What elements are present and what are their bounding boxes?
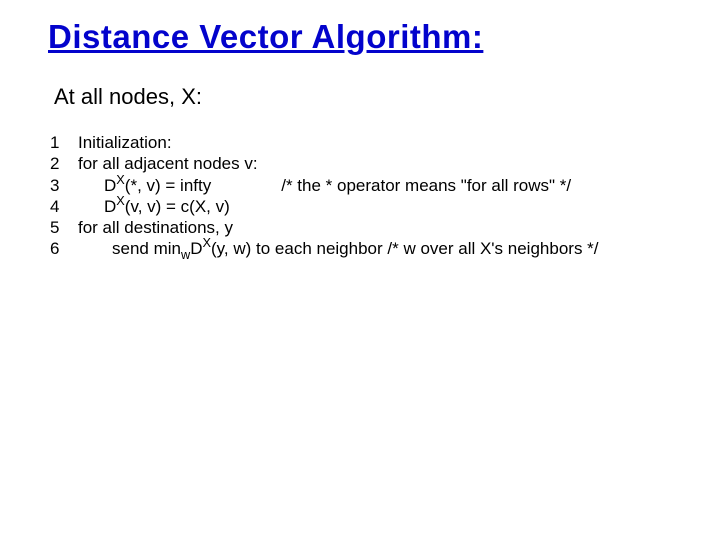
code-text: DX(v, v) = c(X, v) <box>72 196 230 217</box>
comment: /* the * operator means "for all rows" *… <box>281 176 571 195</box>
args: (*, v) = infty <box>125 176 211 195</box>
code-line-5: 5 for all destinations, y <box>50 217 680 238</box>
line-number: 1 <box>50 132 72 153</box>
code-line-3: 3 DX(*, v) = infty /* the * operator mean… <box>50 175 680 196</box>
code-text: DX(*, v) = infty /* the * operator means … <box>72 175 571 196</box>
slide-title: Distance Vector Algorithm: <box>48 18 680 56</box>
send-prefix: send min <box>112 239 181 258</box>
code-text: Initialization: <box>72 132 172 153</box>
subscript-w: w <box>181 247 190 262</box>
slide-subhead: At all nodes, X: <box>54 84 680 110</box>
code-line-4: 4 DX(v, v) = c(X, v) <box>50 196 680 217</box>
line-number: 5 <box>50 217 72 238</box>
var-d: D <box>190 239 202 258</box>
superscript-x: X <box>202 235 211 250</box>
var-d: D <box>104 176 116 195</box>
pseudocode-block: 1 Initialization: 2 for all adjacent nod… <box>50 132 680 260</box>
code-line-6: 6 send minwDX(y, w) to each neighbor /* … <box>50 238 680 259</box>
var-d: D <box>104 197 116 216</box>
code-line-2: 2 for all adjacent nodes v: <box>50 153 680 174</box>
code-text: send minwDX(y, w) to each neighbor /* w … <box>72 238 599 259</box>
line-number: 4 <box>50 196 72 217</box>
slide: Distance Vector Algorithm: At all nodes,… <box>0 0 720 260</box>
superscript-x: X <box>116 193 125 208</box>
line-number: 2 <box>50 153 72 174</box>
code-text: for all adjacent nodes v: <box>72 153 258 174</box>
line-number: 3 <box>50 175 72 196</box>
rest: (y, w) to each neighbor /* w over all X'… <box>211 239 599 258</box>
superscript-x: X <box>116 172 125 187</box>
rest: (v, v) = c(X, v) <box>125 197 230 216</box>
code-line-1: 1 Initialization: <box>50 132 680 153</box>
line-number: 6 <box>50 238 72 259</box>
